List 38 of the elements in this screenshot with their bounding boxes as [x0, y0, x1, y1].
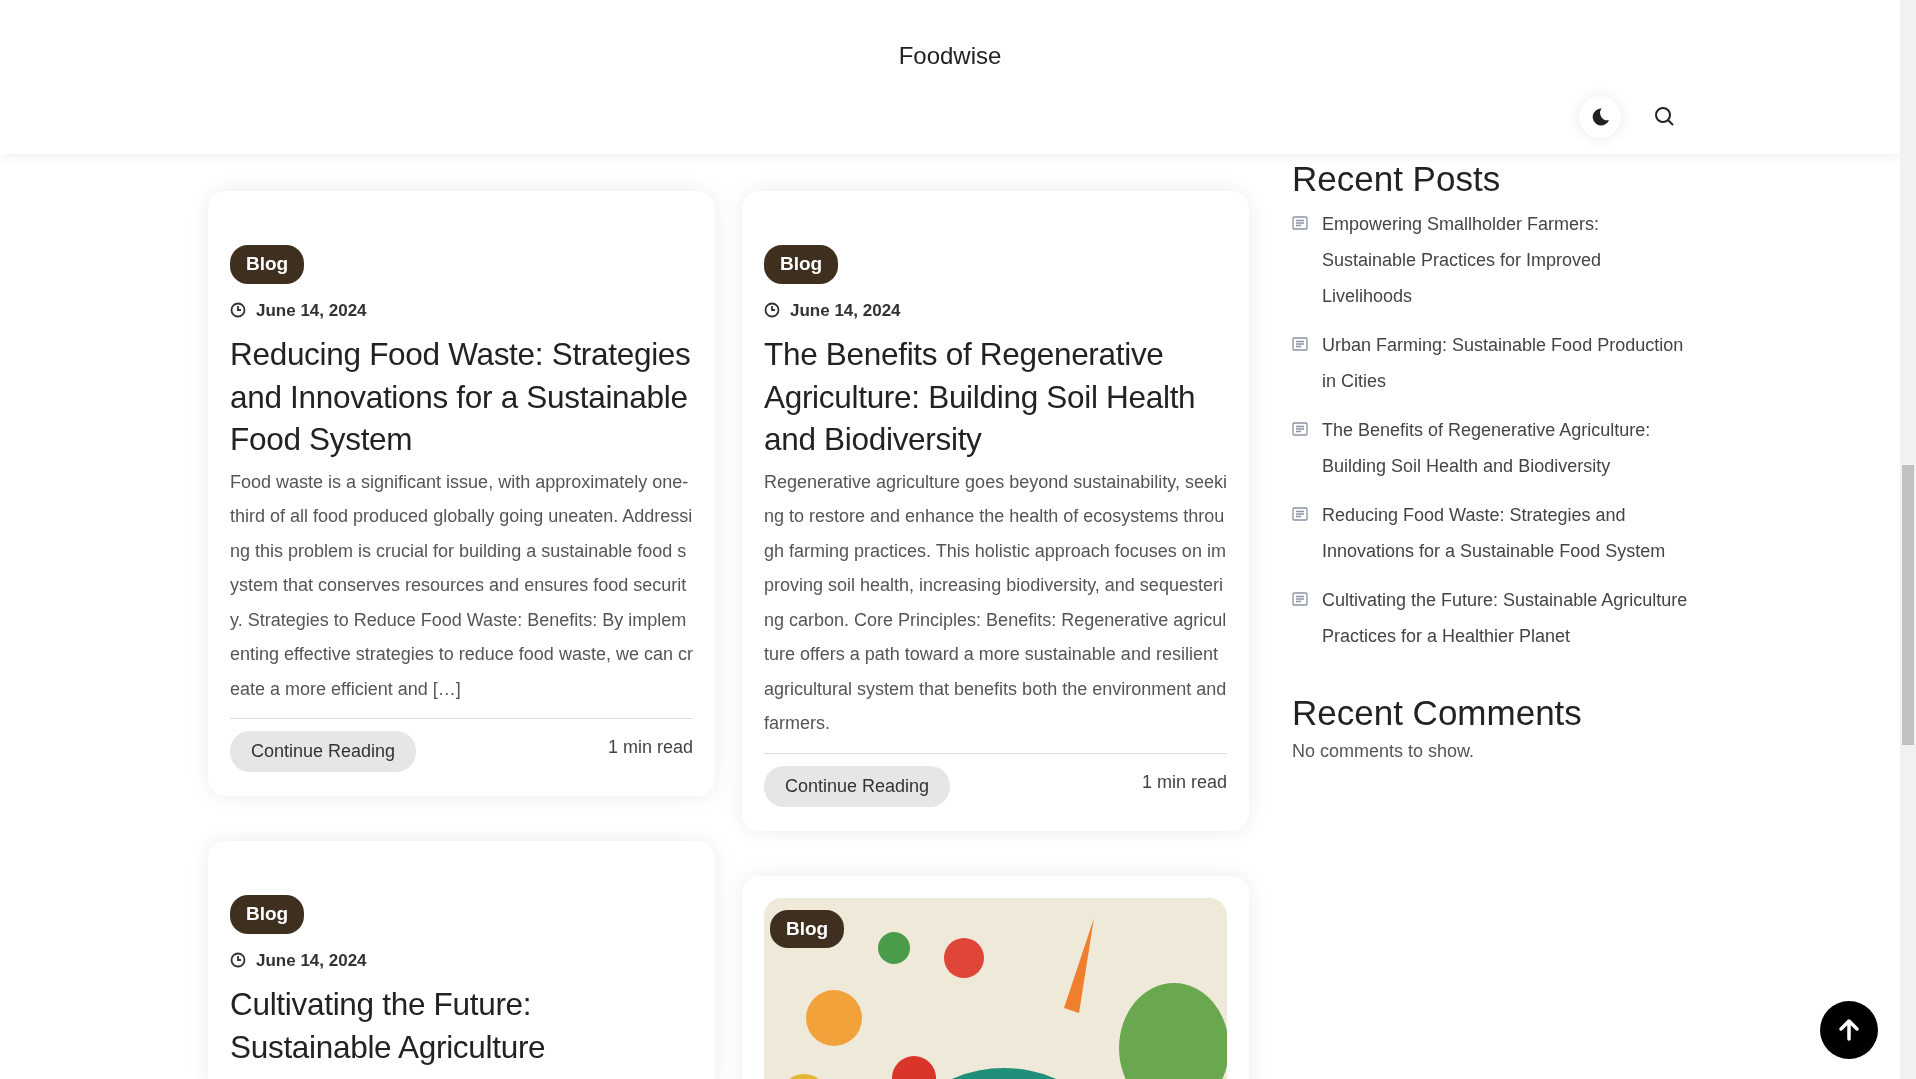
post-excerpt: Regenerative agriculture goes beyond sustainability, seeking to restore and enhance the health of ecosystems through farming practices. This holistic approach focuses on improving soil health, increasing biodiversity, and sequestering carbon. Core Principles: Benefits: Regenerative agriculture offers a path toward a more sustainable and resilient agricultural system that benefits both the environment and farmers.: [764, 470, 1227, 735]
clock-icon: [230, 302, 246, 319]
post-title[interactable]: Cultivating the Future: Sustainable Agriculture: [230, 983, 693, 1068]
moon-icon: [1591, 108, 1609, 126]
continue-reading-button[interactable]: Continue Reading: [764, 765, 951, 807]
recent-post-link[interactable]: Reducing Food Waste: Strategies and Innovations for a Sustainable Food System: [1322, 497, 1692, 569]
search-icon: [1653, 105, 1675, 127]
document-icon: [1292, 337, 1308, 351]
post-title[interactable]: Reducing Food Waste: Strategies and Innovations for a Sustainable Food System: [230, 333, 693, 461]
scrollbar[interactable]: [1900, 0, 1916, 1079]
recent-post-link[interactable]: Urban Farming: Sustainable Food Production in Cities: [1322, 327, 1692, 399]
read-time: 1 min read: [1141, 770, 1227, 794]
clock-icon: [764, 302, 780, 319]
category-tag[interactable]: Blog: [230, 895, 305, 934]
post-date: June 14, 2024: [790, 299, 901, 322]
category-tag[interactable]: Blog: [764, 245, 839, 284]
section-heading: Recent Posts: [1292, 158, 1502, 200]
section-heading: Recent Comments: [1292, 692, 1583, 734]
post-date: June 14, 2024: [256, 949, 367, 972]
recent-post-link[interactable]: The Benefits of Regenerative Agriculture: Building Soil Health and Biodiversity: [1322, 412, 1692, 484]
document-icon: [1292, 592, 1308, 606]
no-comments-text: No comments to show.: [1292, 740, 1476, 763]
clock-icon: [230, 952, 246, 969]
scroll-to-top-button[interactable]: [1820, 1001, 1878, 1059]
post-date: June 14, 2024: [256, 299, 367, 322]
document-icon: [1292, 422, 1308, 436]
continue-reading-button[interactable]: Continue Reading: [230, 731, 417, 772]
dark-mode-toggle[interactable]: [1579, 96, 1621, 138]
document-icon: [1292, 216, 1308, 230]
recent-post-link[interactable]: Cultivating the Future: Sustainable Agriculture Practices for a Healthier Planet: [1322, 582, 1692, 654]
category-tag[interactable]: Blog: [230, 245, 305, 284]
arrow-up-icon: [1836, 1017, 1862, 1043]
recent-post-link[interactable]: Empowering Smallholder Farmers: Sustainable Practices for Improved Livelihoods: [1322, 206, 1692, 314]
site-title[interactable]: Foodwise: [0, 38, 1900, 74]
read-time: 1 min read: [607, 736, 693, 759]
post-title[interactable]: The Benefits of Regenerative Agriculture: Building Soil Health and Biodiversity: [764, 333, 1227, 461]
document-icon: [1292, 507, 1308, 521]
post-excerpt: Food waste is a significant issue, with approximately one-third of all food produced globally going uneaten. Addressing this problem is crucial for building a sustainable food system that conserves resources and ensures food security. Strategies to Reduce Food Waste: Benefits: By implementing effective strategies to reduce food waste, we can create a more efficient and […]: [230, 470, 693, 701]
